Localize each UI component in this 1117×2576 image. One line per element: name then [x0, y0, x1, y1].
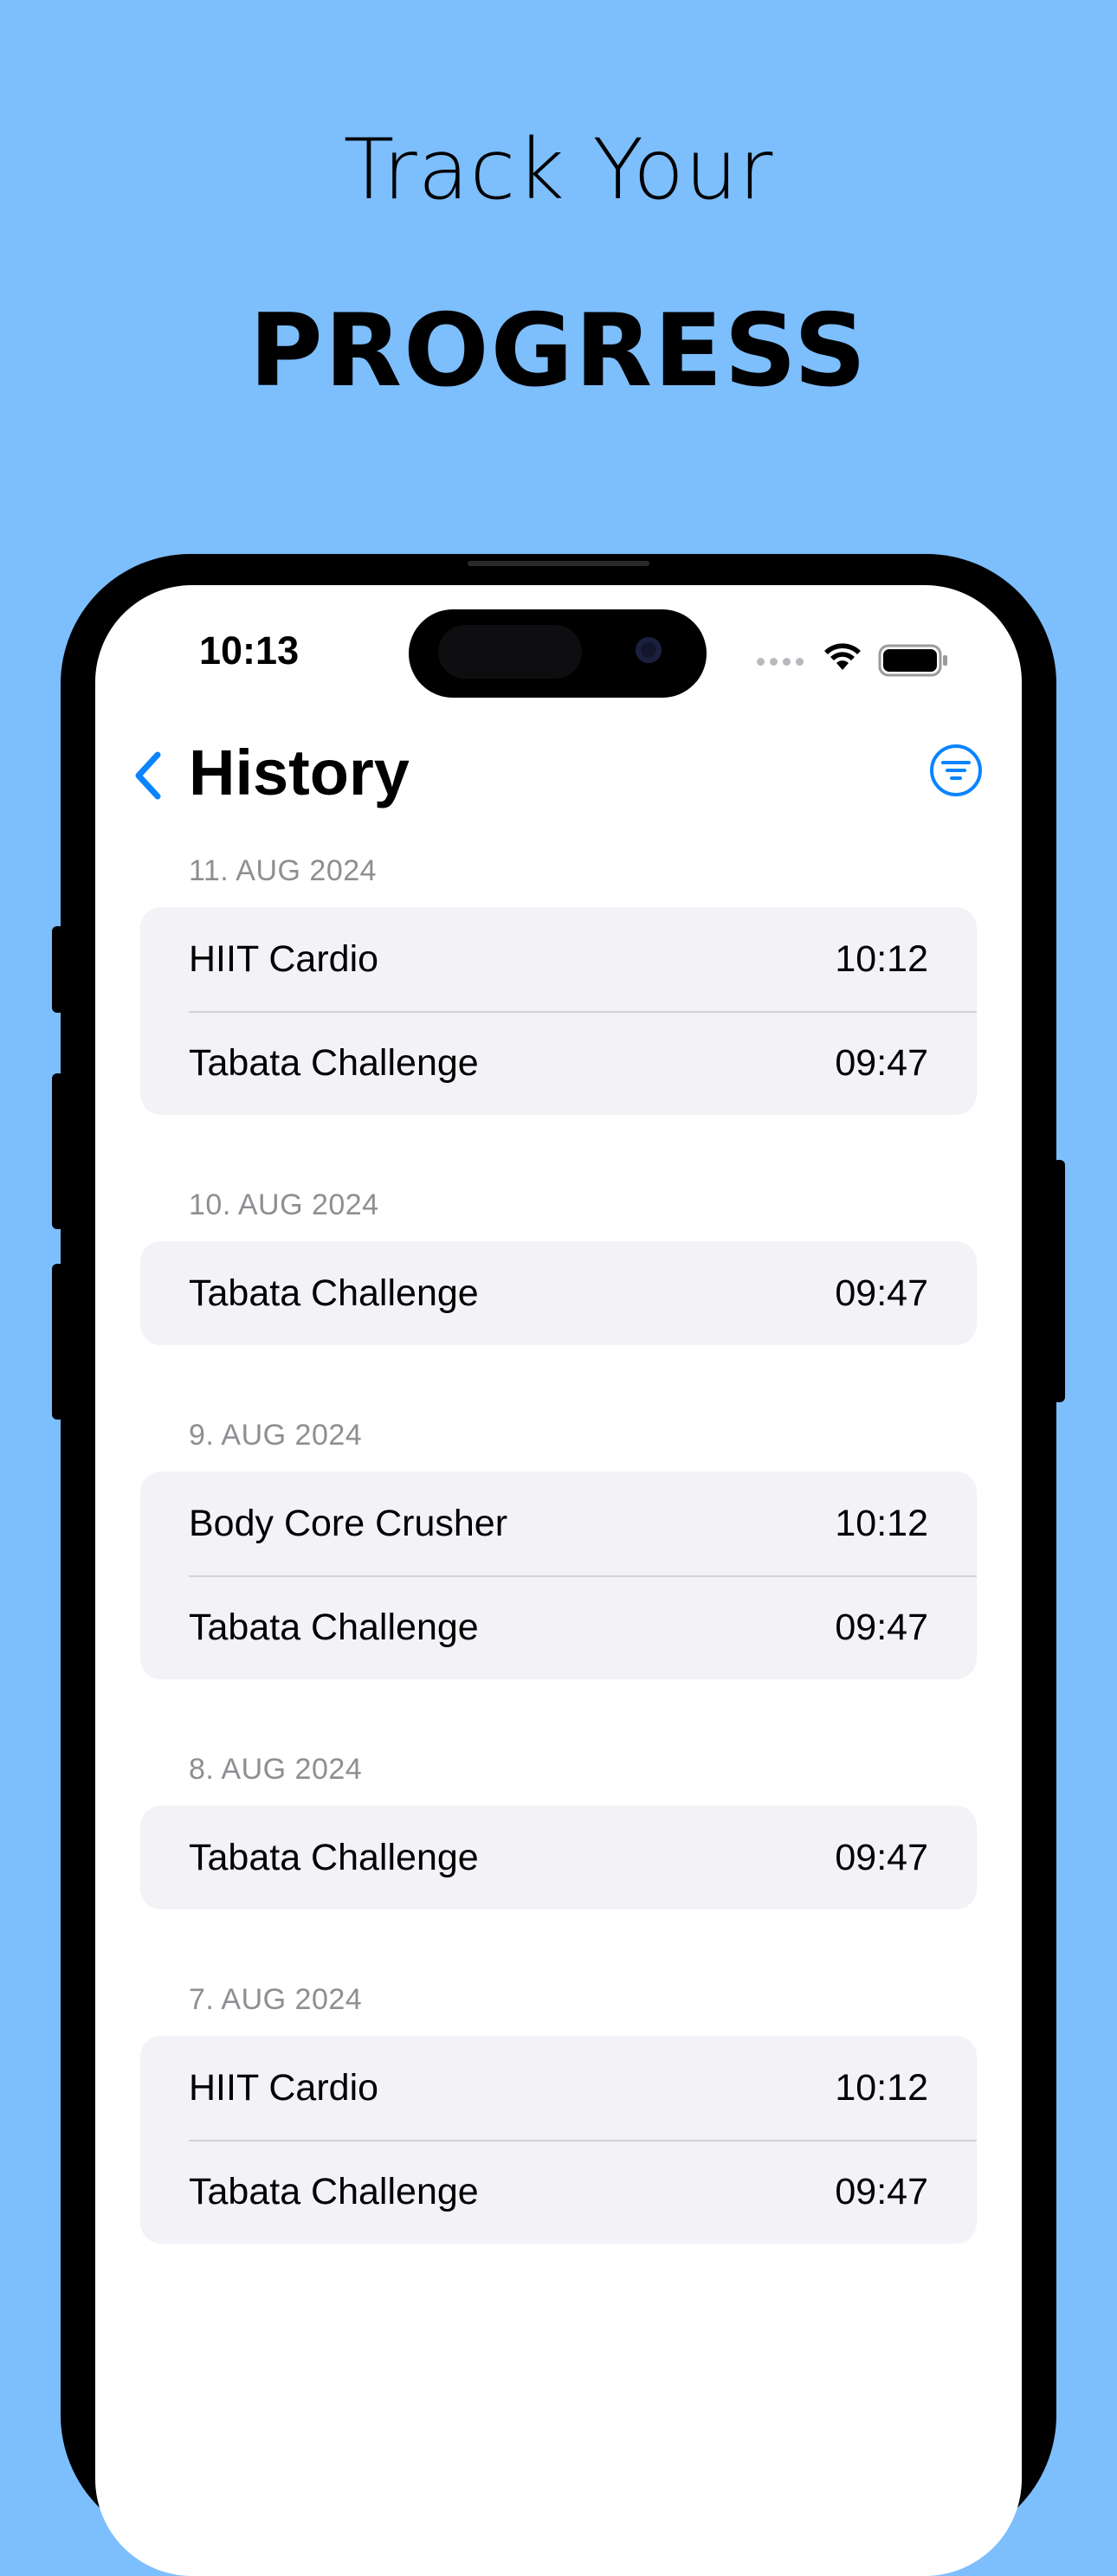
history-section: 10. AUG 2024 Tabata Challenge 09:47 — [140, 1188, 977, 1345]
wifi-icon — [824, 643, 861, 670]
workout-row[interactable]: HIIT Cardio 10:12 — [140, 907, 977, 1011]
phone-frame: 10:13 History 11. AUG 2024 HIIT Cardio 1… — [52, 554, 1065, 2576]
section-date: 10. AUG 2024 — [189, 1188, 379, 1221]
workout-row[interactable]: HIIT Cardio 10:12 — [140, 2036, 977, 2140]
phone-screen: 10:13 History 11. AUG 2024 HIIT Cardio 1… — [95, 585, 1022, 2576]
promo-headline-line2: PROGRESS — [249, 293, 868, 409]
section-date: 7. AUG 2024 — [189, 1983, 363, 2016]
volume-down-button — [52, 1264, 64, 1420]
history-section: 7. AUG 2024 HIIT Cardio 10:12 Tabata Cha… — [140, 1982, 977, 2244]
dynamic-island — [409, 609, 707, 698]
workout-name: Tabata Challenge — [189, 2171, 479, 2212]
workout-time: 09:47 — [835, 1607, 928, 1648]
workout-row[interactable]: Tabata Challenge 09:47 — [140, 1575, 977, 1679]
workout-name: Tabata Challenge — [189, 1837, 479, 1878]
workout-time: 10:12 — [835, 938, 928, 980]
workout-name: HIIT Cardio — [189, 2067, 379, 2109]
speaker-grille — [468, 561, 649, 566]
side-button — [1053, 1160, 1065, 1402]
action-button — [52, 926, 64, 1013]
workout-name: Tabata Challenge — [189, 1042, 479, 1084]
workout-row[interactable]: Tabata Challenge 09:47 — [140, 1011, 977, 1115]
chevron-left-icon[interactable] — [130, 748, 168, 803]
workout-name: Body Core Crusher — [189, 1503, 508, 1544]
workout-time: 10:12 — [835, 1503, 928, 1544]
workout-group: Tabata Challenge 09:47 — [140, 1806, 977, 1909]
workout-group: HIIT Cardio 10:12 Tabata Challenge 09:47 — [140, 907, 977, 1115]
history-section: 8. AUG 2024 Tabata Challenge 09:47 — [140, 1752, 977, 1909]
workout-name: Tabata Challenge — [189, 1272, 479, 1314]
promo-headline-line1: Track Your — [343, 121, 774, 218]
workout-time: 09:47 — [835, 1837, 928, 1878]
workout-row[interactable]: Tabata Challenge 09:47 — [140, 1806, 977, 1909]
volume-up-button — [52, 1073, 64, 1229]
workout-row[interactable]: Tabata Challenge 09:47 — [140, 1241, 977, 1345]
history-section: 11. AUG 2024 HIIT Cardio 10:12 Tabata Ch… — [140, 853, 977, 1115]
section-date: 11. AUG 2024 — [189, 854, 378, 887]
workout-group: Tabata Challenge 09:47 — [140, 1241, 977, 1345]
section-date: 8. AUG 2024 — [189, 1753, 363, 1786]
workout-time: 09:47 — [835, 1042, 928, 1084]
cellular-signal-icon — [757, 658, 804, 666]
page-title: History — [189, 737, 410, 808]
workout-group: HIIT Cardio 10:12 Tabata Challenge 09:47 — [140, 2036, 977, 2244]
workout-row[interactable]: Body Core Crusher 10:12 — [140, 1472, 977, 1575]
workout-time: 10:12 — [835, 2067, 928, 2109]
workout-group: Body Core Crusher 10:12 Tabata Challenge… — [140, 1472, 977, 1679]
workout-name: HIIT Cardio — [189, 938, 379, 980]
workout-time: 09:47 — [835, 1272, 928, 1314]
workout-time: 09:47 — [835, 2171, 928, 2212]
history-list: 11. AUG 2024 HIIT Cardio 10:12 Tabata Ch… — [95, 853, 1022, 2244]
filter-icon[interactable] — [928, 743, 984, 798]
front-camera-icon — [636, 637, 662, 663]
island-sensor — [438, 625, 582, 679]
workout-row[interactable]: Tabata Challenge 09:47 — [140, 2140, 977, 2244]
status-time: 10:13 — [199, 628, 300, 673]
battery-icon — [878, 644, 947, 677]
history-section: 9. AUG 2024 Body Core Crusher 10:12 Taba… — [140, 1418, 977, 1679]
navigation-bar: History — [95, 732, 1022, 819]
section-date: 9. AUG 2024 — [189, 1419, 363, 1452]
workout-name: Tabata Challenge — [189, 1607, 479, 1648]
